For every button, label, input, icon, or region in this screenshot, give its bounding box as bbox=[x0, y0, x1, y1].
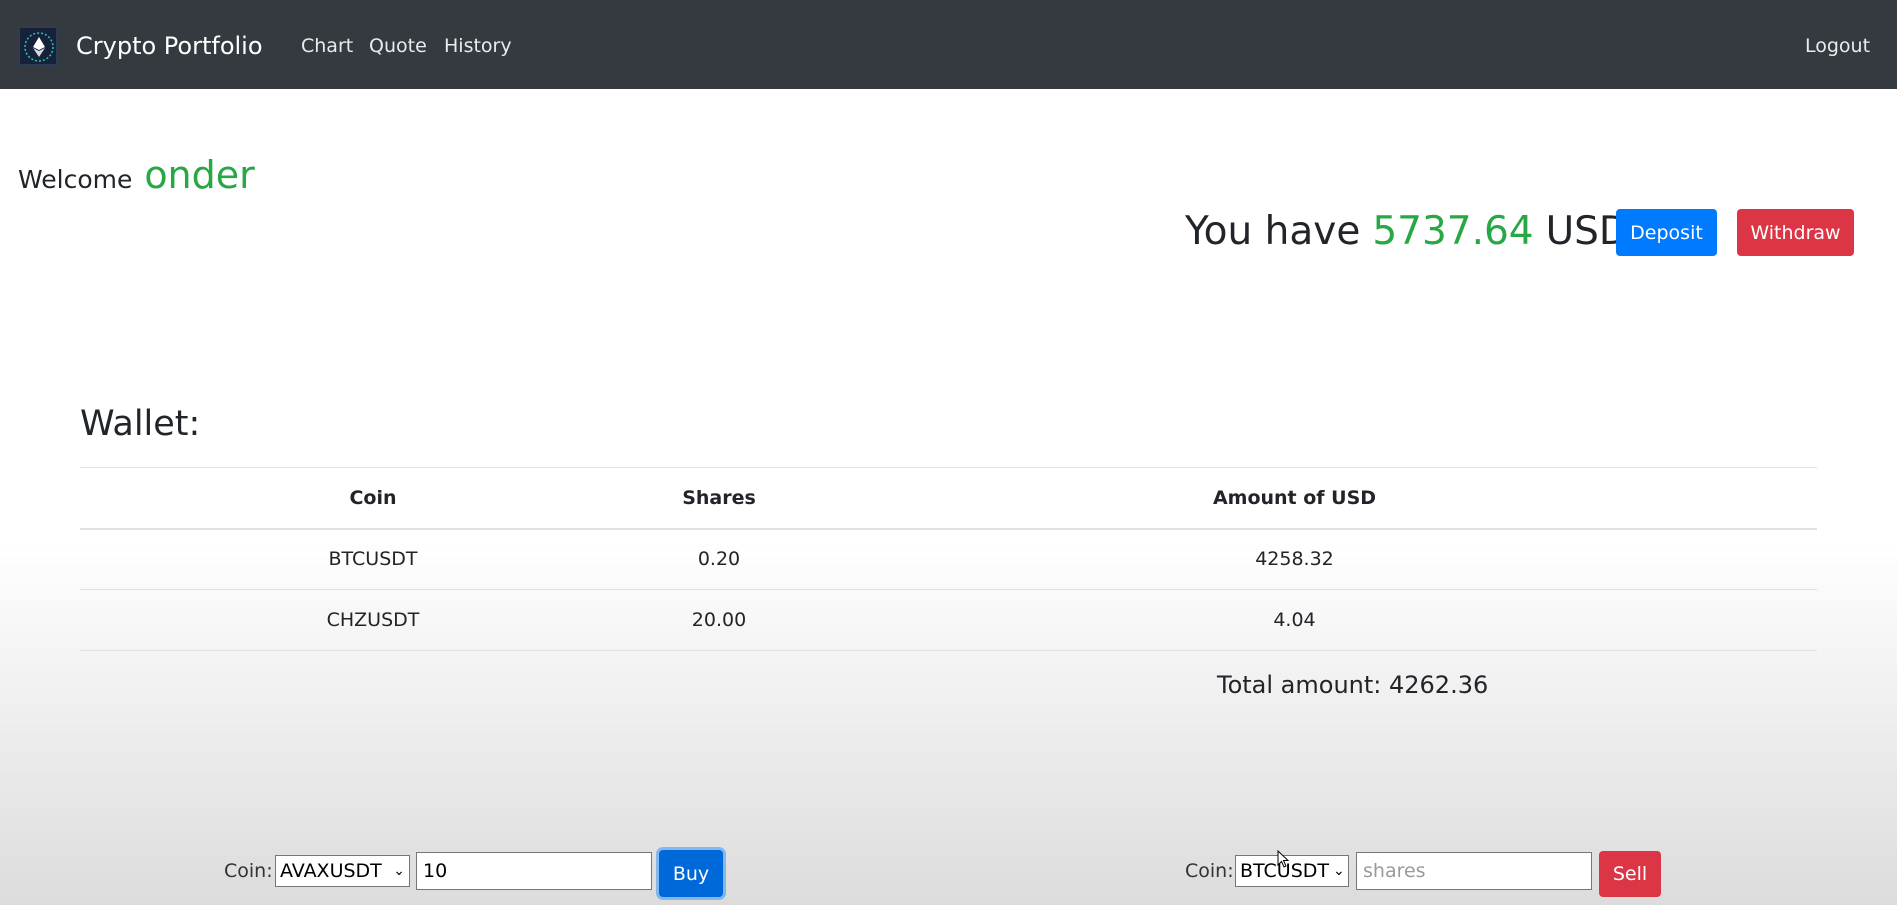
cell-amount: 4258.32 bbox=[1255, 548, 1334, 571]
ethereum-logo-icon[interactable] bbox=[19, 27, 57, 65]
table-header-row: Coin Shares Amount of USD bbox=[80, 467, 1817, 529]
column-shares: Shares bbox=[682, 486, 756, 509]
navbar: Crypto Portfolio Chart Quote History Log… bbox=[0, 0, 1897, 89]
sell-button[interactable]: Sell bbox=[1599, 851, 1661, 897]
welcome-message: Welcome onder bbox=[18, 150, 255, 205]
table-row: CHZUSDT 20.00 4.04 bbox=[80, 590, 1817, 651]
cell-coin: CHZUSDT bbox=[326, 609, 420, 631]
cell-amount: 4.04 bbox=[1273, 609, 1316, 631]
cell-shares: 20.00 bbox=[691, 609, 747, 631]
column-amount: Amount of USD bbox=[1212, 486, 1377, 509]
welcome-prefix: Welcome bbox=[18, 165, 133, 194]
buy-button[interactable]: Buy bbox=[659, 850, 723, 897]
balance-prefix: You have bbox=[1185, 209, 1361, 254]
buy-coin-selected: AVAXUSDT bbox=[280, 860, 382, 882]
chevron-down-icon: ⌄ bbox=[393, 863, 405, 879]
nav-logout[interactable]: Logout bbox=[1805, 33, 1870, 59]
wallet-title: Wallet: bbox=[80, 404, 201, 444]
wallet-table: Coin Shares Amount of USD BTCUSDT 0.20 4… bbox=[80, 467, 1817, 651]
withdraw-button[interactable]: Withdraw bbox=[1737, 209, 1854, 256]
chevron-down-icon: ⌄ bbox=[1333, 863, 1345, 879]
cell-shares: 0.20 bbox=[697, 548, 741, 571]
deposit-button[interactable]: Deposit bbox=[1616, 209, 1717, 256]
buy-quantity-input[interactable]: 10 bbox=[416, 852, 652, 890]
balance-display: You have 5737.64 USD bbox=[1185, 207, 1629, 257]
buy-coin-select[interactable]: AVAXUSDT ⌄ bbox=[275, 855, 410, 887]
sell-coin-label: Coin: bbox=[1185, 860, 1234, 882]
nav-quote[interactable]: Quote bbox=[369, 33, 427, 59]
cell-coin: BTCUSDT bbox=[328, 548, 418, 571]
total-amount: Total amount: 4262.36 bbox=[1217, 671, 1489, 699]
column-coin: Coin bbox=[349, 486, 397, 509]
sell-coin-select[interactable]: BTCUSDT ⌄ bbox=[1235, 855, 1349, 887]
table-row: BTCUSDT 0.20 4258.32 bbox=[80, 529, 1817, 590]
username: onder bbox=[144, 153, 255, 197]
brand-title[interactable]: Crypto Portfolio bbox=[76, 30, 263, 62]
buy-coin-label: Coin: bbox=[224, 860, 273, 882]
balance-amount: 5737.64 bbox=[1372, 209, 1534, 254]
mouse-cursor-icon bbox=[1277, 850, 1289, 868]
nav-history[interactable]: History bbox=[444, 33, 512, 59]
nav-chart[interactable]: Chart bbox=[301, 33, 353, 59]
sell-shares-input[interactable]: shares bbox=[1356, 852, 1592, 890]
